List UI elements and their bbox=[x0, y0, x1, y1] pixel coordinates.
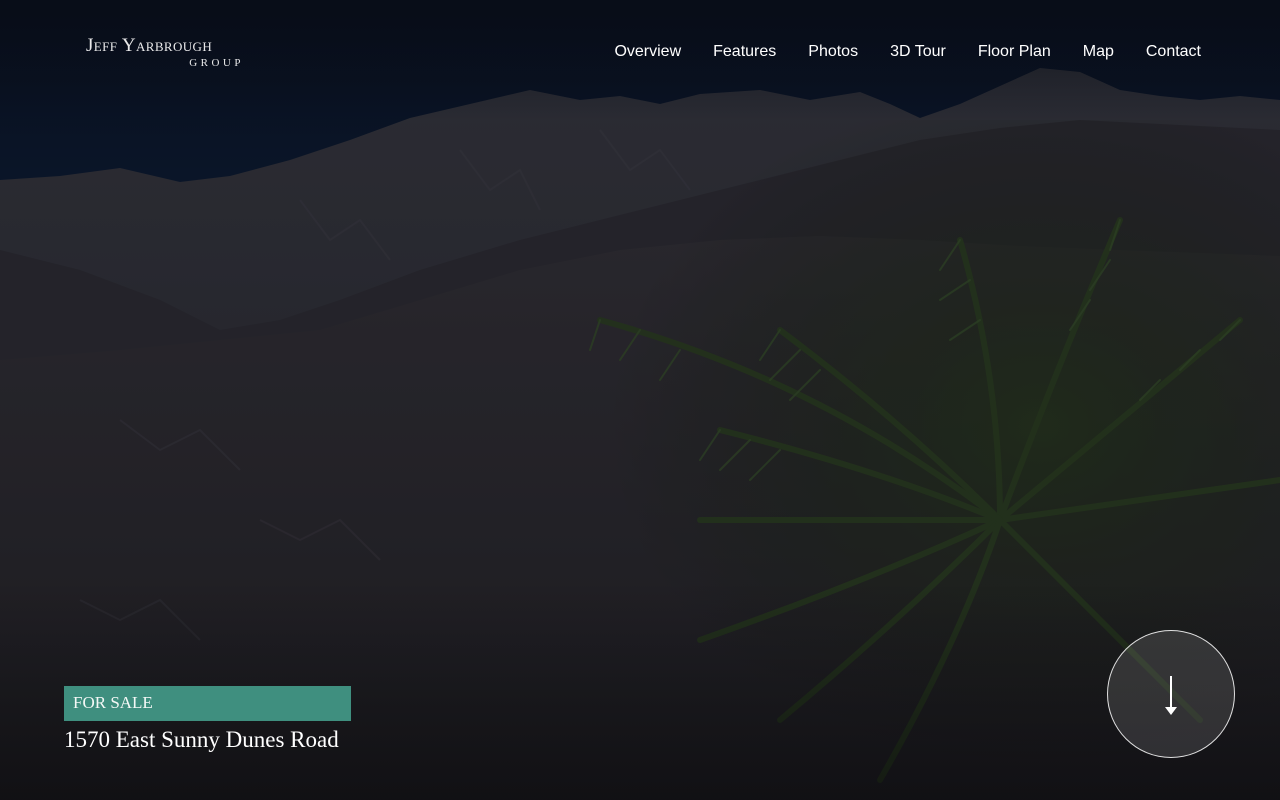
listing-info: FOR SALE 1570 East Sunny Dunes Road bbox=[64, 686, 351, 754]
status-badge: FOR SALE bbox=[64, 686, 351, 721]
hero-section: Jeff Yarbrough GROUP Overview Features P… bbox=[0, 0, 1280, 800]
brand-subtitle: GROUP bbox=[189, 57, 244, 69]
nav-link-map[interactable]: Map bbox=[1083, 41, 1114, 63]
brand-name: Jeff Yarbrough bbox=[86, 35, 213, 56]
nav-link-photos[interactable]: Photos bbox=[808, 41, 858, 63]
property-address: 1570 East Sunny Dunes Road bbox=[64, 727, 339, 752]
nav-link-3d-tour[interactable]: 3D Tour bbox=[890, 41, 946, 63]
nav-link-features[interactable]: Features bbox=[713, 41, 776, 63]
scroll-down-button[interactable] bbox=[1107, 630, 1235, 758]
brand-logo[interactable]: Jeff Yarbrough GROUP bbox=[86, 36, 246, 72]
main-nav: Overview Features Photos 3D Tour Floor P… bbox=[614, 40, 1201, 64]
arrow-down-icon bbox=[1165, 676, 1177, 715]
nav-link-contact[interactable]: Contact bbox=[1146, 41, 1201, 63]
nav-link-overview[interactable]: Overview bbox=[614, 41, 681, 63]
nav-link-floor-plan[interactable]: Floor Plan bbox=[978, 41, 1051, 63]
